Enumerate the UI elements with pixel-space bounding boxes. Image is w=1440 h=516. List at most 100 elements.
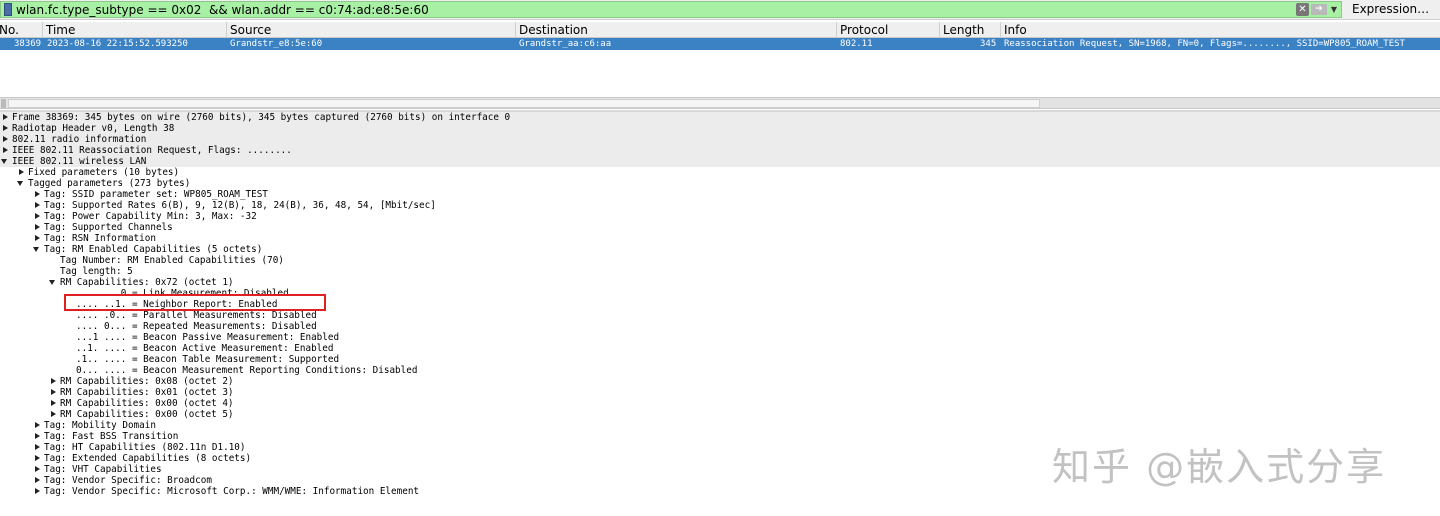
tree-item-label: Fixed parameters (10 bytes) [28, 167, 180, 178]
display-filter-toolbar: wlan.fc.type_subtype == 0x02 && wlan.add… [0, 0, 1440, 20]
tree-item-label: Frame 38369: 345 bytes on wire (2760 bit… [12, 112, 511, 123]
collapse-arrow-icon[interactable] [17, 178, 25, 189]
expand-arrow-icon[interactable] [33, 222, 41, 233]
tree-item-label: .... 0... = Repeated Measurements: Disab… [76, 321, 317, 332]
tree-item-label: Tag: Supported Channels [44, 222, 173, 233]
cell-time: 2023-08-16 22:15:52.593250 [47, 39, 188, 49]
clear-filter-icon[interactable]: ✕ [1296, 3, 1309, 16]
tree-item-label: RM Capabilities: 0x08 (octet 2) [60, 376, 234, 387]
tree-item[interactable]: Fixed parameters (10 bytes) [0, 167, 1440, 178]
column-header-time[interactable]: Time [43, 22, 227, 38]
tree-item[interactable]: .... .0.. = Parallel Measurements: Disab… [0, 310, 1440, 321]
tree-item[interactable]: Tagged parameters (273 bytes) [0, 178, 1440, 189]
expand-arrow-icon[interactable] [49, 376, 57, 387]
tree-item[interactable]: Tag Number: RM Enabled Capabilities (70) [0, 255, 1440, 266]
tree-item[interactable]: Tag: Supported Rates 6(B), 9, 12(B), 18,… [0, 200, 1440, 211]
expression-button[interactable]: Expression… [1346, 1, 1438, 18]
bookmark-icon[interactable] [2, 2, 14, 17]
expand-arrow-icon[interactable] [33, 475, 41, 486]
tree-item-label: .... .0.. = Parallel Measurements: Disab… [76, 310, 317, 321]
tree-item[interactable]: 0... .... = Beacon Measurement Reporting… [0, 365, 1440, 376]
tree-item[interactable]: ..1. .... = Beacon Active Measurement: E… [0, 343, 1440, 354]
tree-item[interactable]: RM Capabilities: 0x01 (octet 3) [0, 387, 1440, 398]
tree-item-label: Tag: Supported Rates 6(B), 9, 12(B), 18,… [44, 200, 436, 211]
tree-item-label: ..1. .... = Beacon Active Measurement: E… [76, 343, 334, 354]
tree-item[interactable]: Tag: SSID parameter set: WP805_ROAM_TEST [0, 189, 1440, 200]
tree-item-label: RM Capabilities: 0x00 (octet 4) [60, 398, 234, 409]
expand-arrow-icon[interactable] [33, 431, 41, 442]
collapse-arrow-icon[interactable] [1, 156, 9, 167]
expand-arrow-icon[interactable] [1, 134, 9, 145]
column-header-protocol[interactable]: Protocol [837, 22, 940, 38]
expand-arrow-icon[interactable] [1, 123, 9, 134]
tree-item[interactable]: RM Capabilities: 0x72 (octet 1) [0, 277, 1440, 288]
tree-item-label: Tag: Fast BSS Transition [44, 431, 179, 442]
column-header-no[interactable]: No. [0, 22, 43, 38]
expand-arrow-icon[interactable] [17, 167, 25, 178]
filter-text[interactable]: wlan.fc.type_subtype == 0x02 && wlan.add… [16, 3, 429, 17]
tree-item-label: Tag: RM Enabled Capabilities (5 octets) [44, 244, 263, 255]
tree-item[interactable]: Tag length: 5 [0, 266, 1440, 277]
expand-arrow-icon[interactable] [33, 200, 41, 211]
tree-item-label: 0... .... = Beacon Measurement Reporting… [76, 365, 418, 376]
tree-item-label: IEEE 802.11 Reassociation Request, Flags… [12, 145, 292, 156]
tree-item[interactable]: IEEE 802.11 Reassociation Request, Flags… [0, 145, 1440, 156]
expand-arrow-icon[interactable] [1, 145, 9, 156]
tree-item[interactable]: Tag: Supported Channels [0, 222, 1440, 233]
tree-item[interactable]: RM Capabilities: 0x00 (octet 5) [0, 409, 1440, 420]
display-filter-input[interactable]: wlan.fc.type_subtype == 0x02 && wlan.add… [0, 1, 1342, 18]
tree-item-label: Radiotap Header v0, Length 38 [12, 123, 175, 134]
tree-item[interactable]: IEEE 802.11 wireless LAN [0, 156, 1440, 167]
tree-item-label: Tag: Vendor Specific: Microsoft Corp.: W… [44, 486, 420, 497]
cell-protocol: 802.11 [840, 39, 873, 49]
expand-arrow-icon[interactable] [49, 409, 57, 420]
column-header-info[interactable]: Info [1001, 22, 1440, 38]
packet-list-header: No. Time Source Destination Protocol Len… [0, 22, 1440, 38]
tree-item-label: Tag: Power Capability Min: 3, Max: -32 [44, 211, 257, 222]
column-header-source[interactable]: Source [227, 22, 516, 38]
collapse-arrow-icon[interactable] [49, 277, 57, 288]
tree-item-label: Tag: SSID parameter set: WP805_ROAM_TEST [44, 189, 268, 200]
tree-item[interactable]: Tag: Power Capability Min: 3, Max: -32 [0, 211, 1440, 222]
expand-arrow-icon[interactable] [49, 387, 57, 398]
tree-item[interactable]: .1.. .... = Beacon Table Measurement: Su… [0, 354, 1440, 365]
tree-item[interactable]: Frame 38369: 345 bytes on wire (2760 bit… [0, 112, 1440, 123]
expand-arrow-icon[interactable] [33, 189, 41, 200]
tree-item[interactable]: Tag: Mobility Domain [0, 420, 1440, 431]
tree-item-label: 802.11 radio information [12, 134, 147, 145]
tree-item-label: IEEE 802.11 wireless LAN [12, 156, 147, 167]
expand-arrow-icon[interactable] [49, 398, 57, 409]
chevron-down-icon[interactable]: ▼ [1329, 4, 1339, 15]
expand-arrow-icon[interactable] [33, 233, 41, 244]
cell-destination: Grandstr_aa:c6:aa [519, 39, 612, 49]
tree-item[interactable]: Tag: RSN Information [0, 233, 1440, 244]
watermark: 知乎 @嵌入式分享 [1052, 445, 1387, 489]
expand-arrow-icon[interactable] [33, 442, 41, 453]
table-row[interactable]: 38369 2023-08-16 22:15:52.593250 Grandst… [0, 38, 1440, 50]
packet-list-hscrollbar[interactable] [0, 97, 1440, 109]
tree-item-label: RM Capabilities: 0x72 (octet 1) [60, 277, 234, 288]
collapse-arrow-icon[interactable] [33, 244, 41, 255]
tree-item[interactable]: RM Capabilities: 0x00 (octet 4) [0, 398, 1440, 409]
tree-item-label: Tag: HT Capabilities (802.11n D1.10) [44, 442, 246, 453]
tree-item-label: ...1 .... = Beacon Passive Measurement: … [76, 332, 340, 343]
column-header-length[interactable]: Length [940, 22, 1001, 38]
tree-item[interactable]: 802.11 radio information [0, 134, 1440, 145]
cell-source: Grandstr_e8:5e:60 [230, 39, 323, 49]
column-header-destination[interactable]: Destination [516, 22, 837, 38]
tree-item[interactable]: Tag: RM Enabled Capabilities (5 octets) [0, 244, 1440, 255]
scroll-left-icon[interactable] [1, 99, 6, 108]
expand-arrow-icon[interactable] [33, 420, 41, 431]
apply-filter-icon[interactable]: ➔ [1311, 4, 1327, 15]
expand-arrow-icon[interactable] [33, 486, 41, 497]
expand-arrow-icon[interactable] [33, 211, 41, 222]
tree-item[interactable]: .... 0... = Repeated Measurements: Disab… [0, 321, 1440, 332]
scrollbar-thumb[interactable] [8, 99, 1040, 108]
tree-item[interactable]: RM Capabilities: 0x08 (octet 2) [0, 376, 1440, 387]
tree-item-label: Tag: Vendor Specific: Broadcom [44, 475, 212, 486]
tree-item[interactable]: ...1 .... = Beacon Passive Measurement: … [0, 332, 1440, 343]
tree-item[interactable]: Radiotap Header v0, Length 38 [0, 123, 1440, 134]
expand-arrow-icon[interactable] [33, 464, 41, 475]
expand-arrow-icon[interactable] [33, 453, 41, 464]
expand-arrow-icon[interactable] [1, 112, 9, 123]
